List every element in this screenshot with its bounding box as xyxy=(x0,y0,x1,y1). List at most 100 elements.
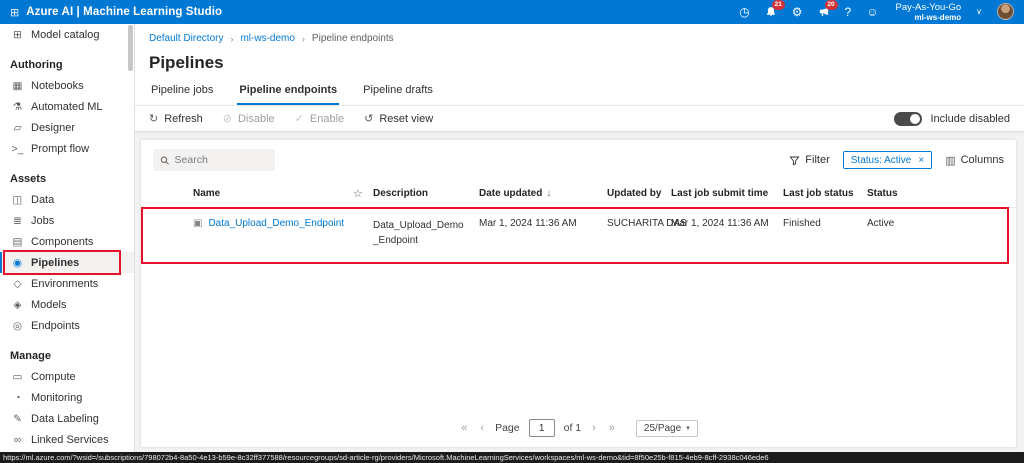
column-header-name[interactable]: Name xyxy=(193,188,353,199)
sidebar-item-data[interactable]: ◫ Data xyxy=(0,189,134,210)
filter-button[interactable]: Filter xyxy=(789,154,830,166)
page-header: Default Directory › ml-ws-demo › Pipeline en… xyxy=(135,24,1024,105)
include-disabled-label: Include disabled xyxy=(930,112,1010,125)
breadcrumb-item-default-directory[interactable]: Default Directory xyxy=(149,33,223,44)
breadcrumb-item-ml-ws-demo[interactable]: ml-ws-demo xyxy=(240,33,294,44)
refresh-icon: ↻ xyxy=(149,113,159,125)
top-bar-actions: ◷ 21 ⚙ 20 ? ☺ Pay-As-You-Go ml-ws-demo ∨ xyxy=(739,0,1014,23)
data-icon: ◫ xyxy=(12,193,23,206)
chevron-down-icon[interactable]: ∨ xyxy=(976,7,982,16)
sidebar-item-data-labeling[interactable]: ✎ Data Labeling xyxy=(0,408,134,429)
sidebar-item-linked-services[interactable]: ∞ Linked Services xyxy=(0,429,134,450)
include-disabled-toggle[interactable] xyxy=(894,111,923,126)
tab-pipeline-endpoints[interactable]: Pipeline endpoints xyxy=(237,84,339,105)
sidebar-item-environments[interactable]: ◇ Environments xyxy=(0,273,134,294)
search-input[interactable] xyxy=(174,154,268,166)
help-icon[interactable]: ? xyxy=(845,6,852,18)
previous-page-icon[interactable]: ‹ xyxy=(478,422,486,434)
columns-icon: ▥ xyxy=(945,154,956,167)
remove-filter-icon[interactable]: × xyxy=(918,155,924,166)
sidebar-item-designer[interactable]: ▱ Designer xyxy=(0,117,134,138)
account-menu[interactable]: Pay-As-You-Go ml-ws-demo xyxy=(895,2,961,23)
page-number-input[interactable] xyxy=(528,419,555,437)
search-box[interactable] xyxy=(153,149,275,171)
sidebar-section-authoring: Authoring xyxy=(10,59,63,71)
toolbar-button-label: Disable xyxy=(237,112,275,125)
model-catalog-icon: ⊞ xyxy=(13,28,22,41)
refresh-button[interactable]: ↻ Refresh xyxy=(149,112,203,126)
sidebar-item-monitoring[interactable]: ◔ Monitoring xyxy=(0,387,134,408)
pipeline-endpoint-link[interactable]: Data_Upload_Demo_Endpoint xyxy=(208,218,344,229)
sidebar-item-components[interactable]: ▤ Components xyxy=(0,231,134,252)
column-header-description[interactable]: Description xyxy=(373,188,479,199)
page-size-select[interactable]: 25/Page ▾ xyxy=(635,419,698,437)
row-last-job-status: Finished xyxy=(783,218,821,229)
notification-badge: 21 xyxy=(771,0,785,10)
first-page-icon[interactable]: « xyxy=(459,422,469,434)
feedback-badge: 20 xyxy=(824,0,838,10)
column-header-date-updated[interactable]: Date updated ↓ xyxy=(479,188,607,199)
sidebar-item-label: Data Labeling xyxy=(31,412,99,425)
sidebar-item-endpoints[interactable]: ◎ Endpoints xyxy=(0,315,134,336)
column-header-status[interactable]: Status xyxy=(867,188,1016,199)
reset-view-button[interactable]: ↺ Reset view xyxy=(364,112,433,126)
sidebar-item-label: Monitoring xyxy=(31,391,83,404)
endpoints-icon: ◎ xyxy=(12,319,23,332)
annotation-box-table-row xyxy=(141,207,1009,264)
notifications-bell-icon[interactable]: 21 xyxy=(765,0,785,18)
tab-pipeline-drafts[interactable]: Pipeline drafts xyxy=(361,84,435,105)
sidebar-item-jobs[interactable]: ≣ Jobs xyxy=(0,210,134,231)
settings-gear-icon[interactable]: ⚙ xyxy=(792,6,803,18)
sidebar-item-label: Environments xyxy=(31,277,99,290)
table-row[interactable]: ▣ Data_Upload_Demo_Endpoint Data_Upload_De… xyxy=(141,207,1016,264)
sidebar-section-manage: Manage xyxy=(10,350,51,362)
tab-pipeline-jobs[interactable]: Pipeline jobs xyxy=(149,84,215,105)
pagination: « ‹ Page of 1 › » 25/Page ▾ xyxy=(141,411,1016,447)
columns-button[interactable]: ▥ Columns xyxy=(945,154,1004,167)
components-icon: ▤ xyxy=(12,235,23,248)
smiley-feedback-icon[interactable]: ☺ xyxy=(866,6,878,18)
toolbar-button-label: Enable xyxy=(309,112,345,125)
filter-cluster: Filter Status: Active × ▥ Columns xyxy=(789,151,1004,169)
sidebar-item-pipelines[interactable]: ◉ Pipelines xyxy=(0,250,134,275)
sidebar-item-compute[interactable]: ▭ Compute xyxy=(0,366,134,387)
row-updated-by: SUCHARITA DAS xyxy=(607,218,687,229)
sidebar-item-model-catalog[interactable]: ⊞ Model catalog xyxy=(0,24,134,45)
sort-descending-icon: ↓ xyxy=(546,188,552,199)
column-header-updated-by[interactable]: Updated by xyxy=(607,188,671,199)
clock-icon[interactable]: ◷ xyxy=(739,6,749,18)
feedback-megaphone-icon[interactable]: 20 xyxy=(818,0,838,18)
next-page-icon[interactable]: › xyxy=(590,422,598,434)
subscription-name: Pay-As-You-Go xyxy=(895,1,962,13)
workspace-name: ml-ws-demo xyxy=(914,12,962,22)
environments-icon: ◇ xyxy=(13,277,22,290)
sidebar-nav-list: ⊞ Model catalog Authoring ▦ Notebooks ⚗ Automa… xyxy=(0,24,134,450)
column-header-favorite[interactable]: ☆ xyxy=(353,187,373,200)
sidebar-item-automated-ml[interactable]: ⚗ Automated ML xyxy=(0,96,134,117)
app-icon: ⊞ xyxy=(10,6,20,19)
sidebar-item-label: Notebooks xyxy=(31,79,84,92)
last-page-icon[interactable]: » xyxy=(607,422,617,434)
avatar[interactable] xyxy=(997,3,1014,21)
jobs-icon: ≣ xyxy=(13,214,22,227)
page-label: Page xyxy=(495,422,520,434)
search-icon xyxy=(160,156,169,165)
sidebar-item-prompt-flow[interactable]: >_ Prompt flow xyxy=(0,138,134,159)
command-toolbar: ↻ Refresh ⊘ Disable ✓ Enable ↺ Reset view Inclu… xyxy=(135,105,1024,132)
enable-button[interactable]: ✓ Enable xyxy=(295,112,345,126)
column-header-last-job-status[interactable]: Last job status xyxy=(783,188,867,199)
disable-button[interactable]: ⊘ Disable xyxy=(223,112,275,126)
notebooks-icon: ▦ xyxy=(12,79,23,92)
sidebar-scrollbar[interactable] xyxy=(128,25,133,71)
status-filter-chip[interactable]: Status: Active × xyxy=(842,151,933,169)
status-bar: https://ml.azure.com/?wsid=/subscription… xyxy=(0,452,1024,463)
main-content: Default Directory › ml-ws-demo › Pipeline en… xyxy=(135,24,1024,452)
sidebar-item-notebooks[interactable]: ▦ Notebooks xyxy=(0,75,134,96)
pipeline-endpoints-card: Filter Status: Active × ▥ Columns Name☆D… xyxy=(141,140,1016,447)
breadcrumb-item-pipeline-endpoints: Pipeline endpoints xyxy=(311,33,394,44)
filter-row: Filter Status: Active × ▥ Columns xyxy=(141,140,1016,180)
compute-icon: ▭ xyxy=(12,370,23,383)
column-header-last-job-submit-time[interactable]: Last job submit time xyxy=(671,188,783,199)
azure-ml-studio-window: ⊞ Azure AI | Machine Learning Studio ◷ 2… xyxy=(0,0,1024,463)
sidebar-item-models[interactable]: ◈ Models xyxy=(0,294,134,315)
